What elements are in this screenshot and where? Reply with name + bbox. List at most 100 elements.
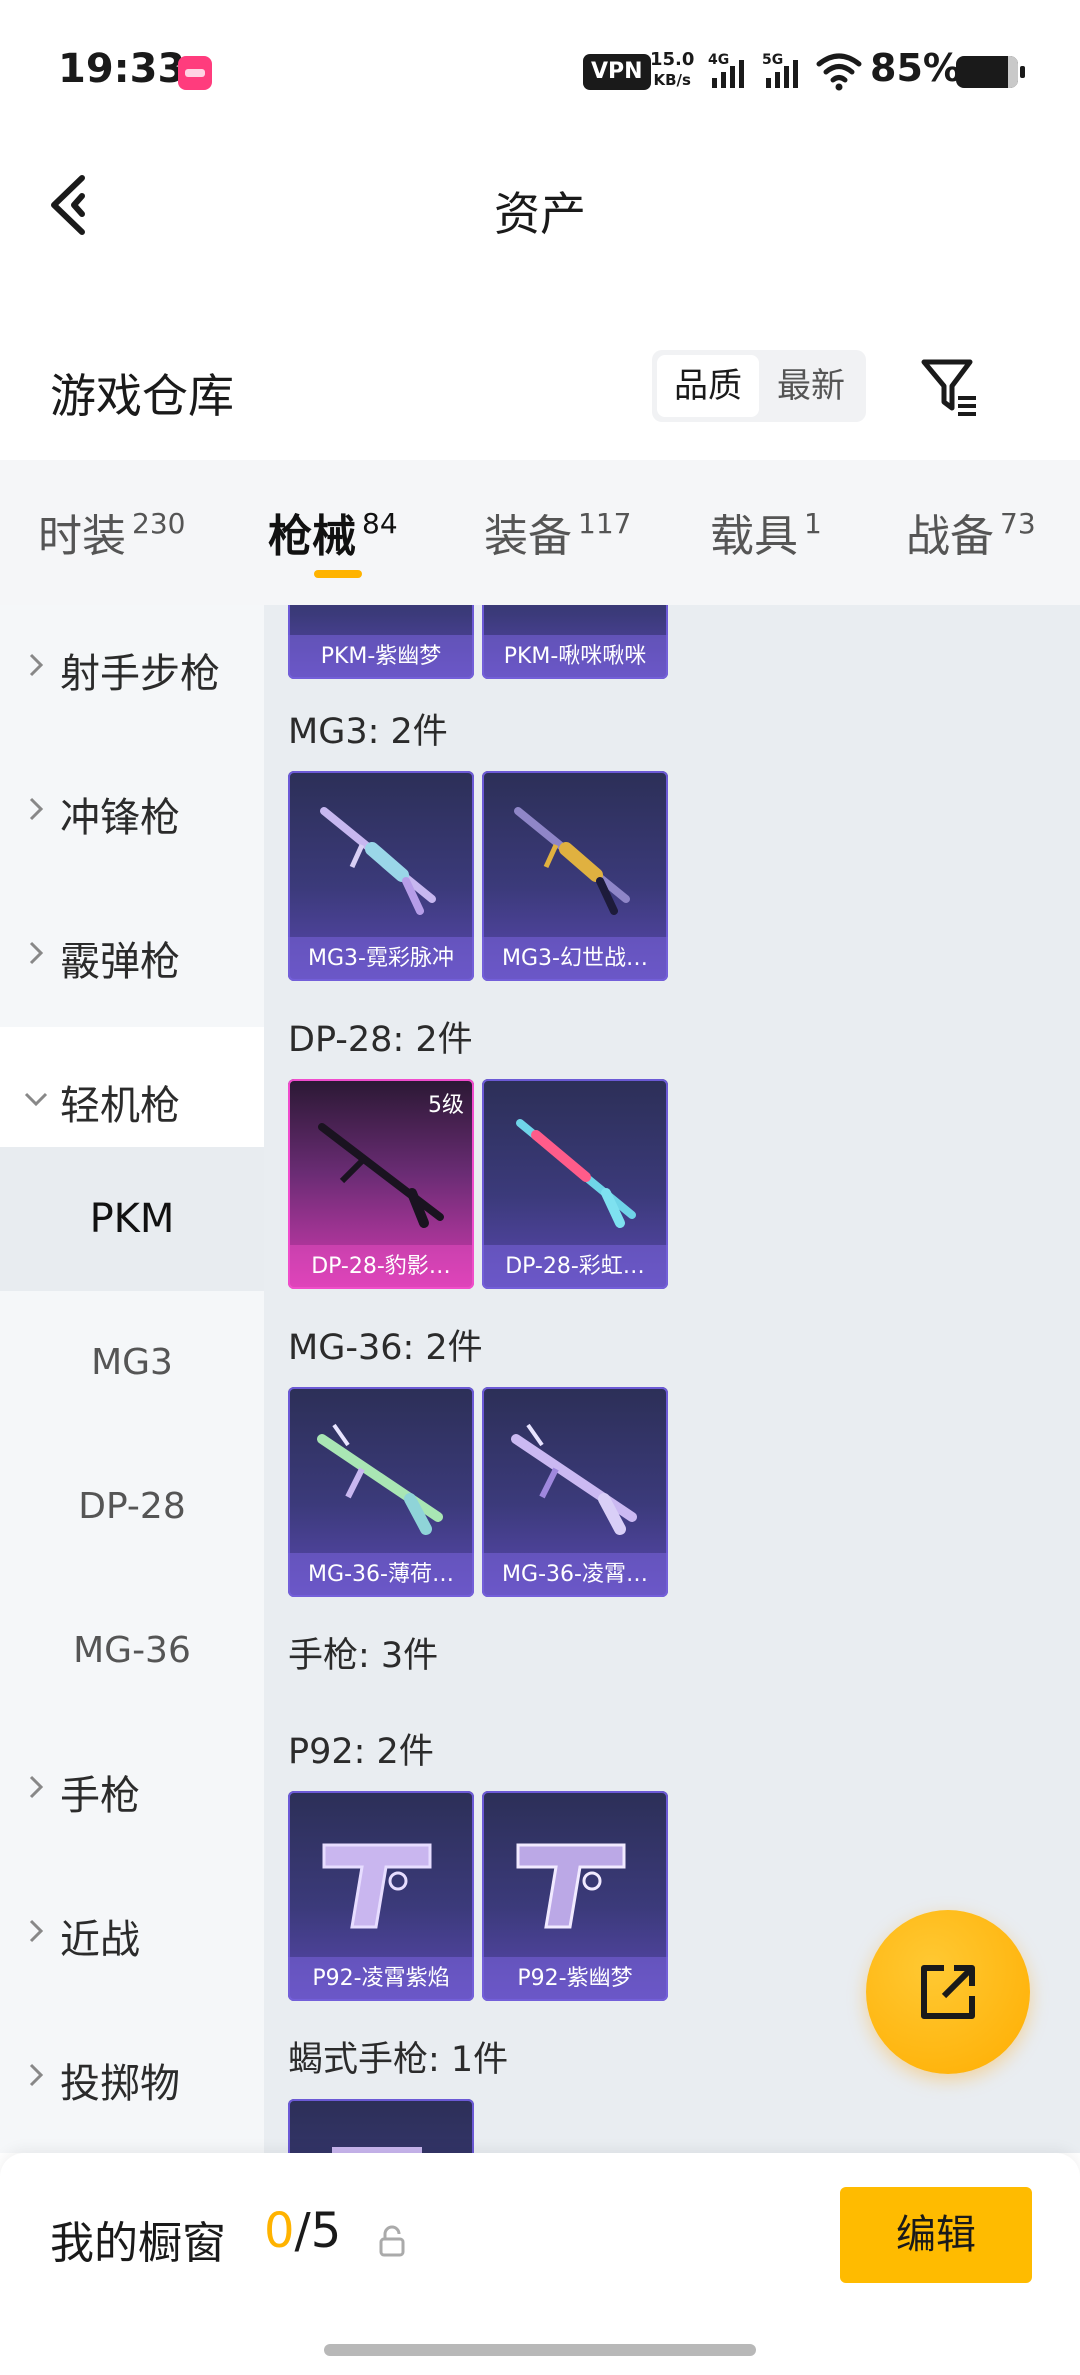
sort-toggle: 品质 最新 — [652, 350, 866, 422]
sidebar-item-melee[interactable]: 近战 — [0, 1861, 264, 2005]
weapon-card-name: P92-凌霄紫焰 — [288, 1957, 474, 2001]
showcase-count-current: 0 — [264, 2203, 295, 2259]
tab-equipment-label: 装备 — [484, 511, 572, 562]
weapon-card-name: MG-36-凌霄… — [482, 1553, 668, 1597]
filter-icon[interactable] — [918, 354, 982, 418]
sort-quality-button[interactable]: 品质 — [657, 355, 759, 417]
home-indicator[interactable] — [324, 2344, 756, 2356]
lock-icon — [379, 2225, 405, 2257]
wifi-icon — [816, 53, 862, 91]
sidebar-item-label: 霰弹枪 — [60, 939, 180, 985]
sidebar-subitem-mg3[interactable]: MG3 — [0, 1291, 264, 1435]
battery-percentage: 85% — [870, 46, 961, 90]
rifle-icon — [511, 1423, 637, 1535]
signal-4g-label: 4G — [708, 52, 729, 68]
edit-button[interactable]: 编辑 — [840, 2187, 1032, 2283]
group-title: DP-28: 2件 — [288, 1020, 473, 1060]
weapon-category-sidebar: 射手步枪 冲锋枪 霰弹枪 轻机枪 PKM MG3 DP-28 MG-36 手枪 … — [0, 605, 264, 2153]
weapon-card[interactable]: MG3-霓彩脉冲 — [288, 771, 474, 981]
tab-firearms-label: 枪械 — [268, 511, 356, 562]
sidebar-item-marksman-rifles[interactable]: 射手步枪 — [0, 605, 264, 739]
chevron-right-icon — [29, 653, 44, 677]
category-tabs: 时装 230 枪械 84 装备 117 载具 1 战备 73 — [0, 460, 1080, 605]
weapon-card[interactable]: 5级 DP-28-豹影… — [288, 1079, 474, 1289]
tab-firearms[interactable]: 枪械 84 — [268, 500, 398, 564]
rifle-icon — [317, 1423, 443, 1535]
chevron-right-icon — [29, 2063, 44, 2087]
pistol-icon — [516, 1843, 626, 1929]
weapon-card[interactable]: P92-凌霄紫焰 — [288, 1791, 474, 2001]
showcase-label: 我的橱窗 — [50, 2218, 226, 2269]
weapon-card[interactable] — [288, 2099, 474, 2153]
sidebar-subitem-mg36[interactable]: MG-36 — [0, 1579, 264, 1723]
app-header: 资产 — [0, 140, 1080, 270]
status-bar: 19:33 VPN 15.0 KB/s 4G 5G 85% — [0, 0, 1080, 140]
share-button[interactable] — [866, 1910, 1030, 2074]
signal-4g-icon: 4G — [708, 52, 744, 88]
chevron-right-icon — [29, 941, 44, 965]
tab-outfits[interactable]: 时装 230 — [38, 500, 185, 564]
sidebar-item-smg[interactable]: 冲锋枪 — [0, 739, 264, 883]
showcase-count-total: /5 — [294, 2203, 342, 2259]
group-title: 蝎式手枪: 1件 — [288, 2040, 509, 2080]
pistol-icon — [332, 2147, 422, 2153]
weapon-card[interactable]: P92-紫幽梦 — [482, 1791, 668, 2001]
sidebar-item-label: 投掷物 — [60, 2061, 180, 2107]
weapon-card[interactable]: MG-36-凌霄… — [482, 1387, 668, 1597]
sidebar-subitem-dp28[interactable]: DP-28 — [0, 1435, 264, 1579]
tab-combat-gear-label: 战备 — [906, 511, 994, 562]
group-title: 手枪: 3件 — [288, 1636, 439, 1676]
weapon-card[interactable]: PKM-啾咪啾咪 — [482, 605, 668, 679]
network-speed-unit: KB/s — [653, 71, 691, 89]
sidebar-item-label: 冲锋枪 — [60, 795, 180, 841]
sidebar-item-pistols[interactable]: 手枪 — [0, 1717, 264, 1861]
tab-equipment-count: 117 — [578, 507, 632, 540]
tab-combat-gear[interactable]: 战备 73 — [906, 500, 1036, 564]
weapon-card-name: DP-28-彩虹… — [482, 1245, 668, 1289]
showcase-count: 0/5 — [264, 2203, 341, 2259]
tab-equipment[interactable]: 装备 117 — [484, 500, 631, 564]
warehouse-section-header: 游戏仓库 品质 最新 — [0, 330, 1080, 460]
chevron-right-icon — [29, 797, 44, 821]
tab-outfits-count: 230 — [132, 507, 186, 540]
weapon-card-name: MG3-幻世战… — [482, 937, 668, 981]
chevron-down-icon — [24, 1092, 48, 1107]
chevron-right-icon — [29, 1775, 44, 1799]
group-title: MG-36: 2件 — [288, 1328, 483, 1368]
machine-gun-icon — [514, 807, 630, 915]
app-notification-icon — [178, 56, 212, 90]
sort-newest-button[interactable]: 最新 — [760, 355, 862, 417]
sidebar-item-label: 轻机枪 — [60, 1083, 180, 1129]
weapon-card-name: PKM-紫幽梦 — [288, 635, 474, 679]
tab-vehicles-label: 载具 — [710, 511, 798, 562]
share-icon — [921, 1965, 975, 2019]
weapon-card-name: DP-28-豹影… — [288, 1245, 474, 1289]
signal-5g-icon: 5G — [762, 52, 798, 88]
sidebar-subitem-pkm[interactable]: PKM — [0, 1147, 264, 1291]
weapon-card[interactable]: MG-36-薄荷… — [288, 1387, 474, 1597]
network-speed: 15.0 KB/s — [650, 50, 694, 90]
battery-icon — [956, 56, 1025, 88]
sidebar-item-label: 射手步枪 — [60, 651, 220, 697]
active-tab-indicator — [314, 570, 362, 578]
showcase-bar: 我的橱窗 0/5 编辑 — [0, 2153, 1080, 2375]
weapon-card-name: MG-36-薄荷… — [288, 1553, 474, 1597]
vpn-badge: VPN — [583, 54, 651, 90]
weapon-card[interactable]: DP-28-彩虹… — [482, 1079, 668, 1289]
section-title: 游戏仓库 — [50, 369, 234, 423]
weapon-card[interactable]: MG3-幻世战… — [482, 771, 668, 981]
sidebar-item-shotguns[interactable]: 霰弹枪 — [0, 883, 264, 1027]
tab-firearms-count: 84 — [362, 507, 398, 540]
weapon-card-name: P92-紫幽梦 — [482, 1957, 668, 2001]
tab-vehicles[interactable]: 载具 1 — [710, 500, 822, 564]
chevron-right-icon — [29, 1919, 44, 1943]
weapon-card[interactable]: PKM-紫幽梦 — [288, 605, 474, 679]
tab-vehicles-count: 1 — [804, 507, 822, 540]
network-speed-value: 15.0 — [650, 49, 695, 70]
signal-5g-label: 5G — [762, 52, 783, 68]
status-time: 19:33 — [58, 46, 186, 92]
group-title: MG3: 2件 — [288, 712, 448, 752]
weapon-card-name: PKM-啾咪啾咪 — [482, 635, 668, 679]
sidebar-item-throwables[interactable]: 投掷物 — [0, 2005, 264, 2149]
tab-combat-gear-count: 73 — [1000, 507, 1036, 540]
